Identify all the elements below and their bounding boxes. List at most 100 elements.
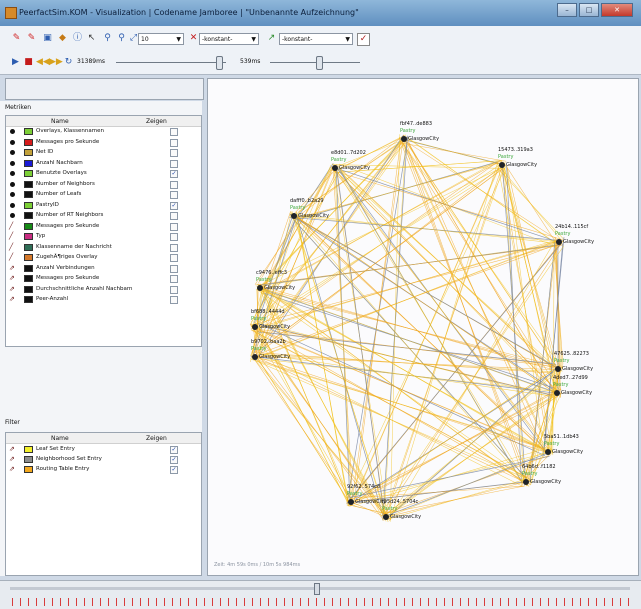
node-dot[interactable] — [291, 213, 297, 219]
color-swatch[interactable] — [24, 286, 33, 293]
play-icon[interactable]: ▶ — [10, 57, 21, 68]
metric-row[interactable]: ╱Typ — [6, 232, 201, 241]
show-checkbox[interactable]: ✓ — [170, 446, 178, 454]
color-swatch[interactable] — [24, 160, 33, 167]
show-checkbox[interactable]: ✓ — [170, 170, 178, 178]
color-swatch[interactable] — [24, 254, 33, 261]
color-swatch[interactable] — [24, 149, 33, 156]
metric-row[interactable]: ⇗Anzahl Verbindungen — [6, 264, 201, 273]
maximize-button[interactable]: □ — [579, 3, 599, 17]
metric-row[interactable]: ╱Messages pro Sekunde — [6, 222, 201, 231]
show-checkbox[interactable] — [170, 149, 178, 157]
position-slider-thumb[interactable] — [216, 56, 223, 70]
node-style-combo[interactable]: -konstant-▼ — [199, 33, 259, 45]
metric-row[interactable]: Net ID — [6, 148, 201, 157]
show-checkbox[interactable] — [170, 191, 178, 199]
loop-icon[interactable]: ↻ — [63, 57, 74, 68]
filter-row[interactable]: ⇗Neighborhood Set Entry✓ — [6, 455, 201, 464]
color-swatch[interactable] — [24, 265, 33, 272]
color-swatch[interactable] — [24, 456, 33, 463]
show-checkbox[interactable] — [170, 128, 178, 136]
node-dot[interactable] — [523, 479, 529, 485]
show-checkbox[interactable] — [170, 275, 178, 283]
timeline-thumb[interactable] — [314, 583, 320, 595]
speed-slider-thumb[interactable] — [316, 56, 323, 70]
metric-row[interactable]: Number of RT Neighbors — [6, 211, 201, 220]
show-checkbox[interactable] — [170, 286, 178, 294]
color-swatch[interactable] — [24, 223, 33, 230]
info-icon[interactable]: ⓘ — [72, 33, 83, 44]
color-swatch[interactable] — [24, 233, 33, 240]
show-checkbox[interactable] — [170, 223, 178, 231]
metric-row[interactable]: ⇗Durchschnittliche Anzahl Nachbarn — [6, 285, 201, 294]
filter-row[interactable]: ⇗Leaf Set Entry✓ — [6, 445, 201, 454]
show-checkbox[interactable] — [170, 296, 178, 304]
color-swatch[interactable] — [24, 170, 33, 177]
metric-row[interactable]: ⇗Peer-Anzahl — [6, 295, 201, 304]
minimize-button[interactable]: – — [557, 3, 577, 17]
color-swatch[interactable] — [24, 202, 33, 209]
metric-row[interactable]: PastryID✓ — [6, 201, 201, 210]
rewind-icon[interactable]: ◀◀ — [36, 57, 47, 68]
node-dot[interactable] — [401, 136, 407, 142]
node-dot[interactable] — [332, 165, 338, 171]
show-checkbox[interactable] — [170, 244, 178, 252]
node-dot[interactable] — [252, 354, 258, 360]
zoom-combo[interactable]: 10▼ — [138, 33, 184, 45]
show-checkbox[interactable] — [170, 233, 178, 241]
save-icon[interactable]: ▣ — [42, 33, 53, 44]
node-dot[interactable] — [556, 239, 562, 245]
show-checkbox[interactable] — [170, 265, 178, 273]
node-dot[interactable] — [348, 499, 354, 505]
show-checkbox[interactable] — [170, 160, 178, 168]
color-swatch[interactable] — [24, 139, 33, 146]
node-dot[interactable] — [554, 390, 560, 396]
node-dot[interactable] — [555, 366, 561, 372]
color-swatch[interactable] — [24, 275, 33, 282]
clear-x-icon[interactable]: ✕ — [188, 33, 199, 44]
metric-row[interactable]: ╱ZugehÃ¶riges Overlay — [6, 253, 201, 262]
color-swatch[interactable] — [24, 244, 33, 251]
show-checkbox[interactable] — [170, 139, 178, 147]
color-swatch[interactable] — [24, 466, 33, 473]
cursor-icon[interactable]: ↖ — [86, 33, 97, 44]
show-checkbox[interactable] — [170, 212, 178, 220]
node-dot[interactable] — [499, 162, 505, 168]
show-checkbox[interactable] — [170, 254, 178, 262]
color-swatch[interactable] — [24, 128, 33, 135]
color-swatch[interactable] — [24, 212, 33, 219]
node-dot[interactable] — [545, 449, 551, 455]
filter-row[interactable]: ⇗Routing Table Entry✓ — [6, 465, 201, 474]
timeline-track[interactable] — [10, 587, 630, 590]
close-button[interactable]: ✕ — [601, 3, 633, 17]
apply-icon[interactable]: ✓ — [357, 33, 370, 46]
metric-row[interactable]: ⇗Messages pro Sekunde — [6, 274, 201, 283]
node-dot[interactable] — [252, 324, 258, 330]
edit-icon[interactable]: ✎ — [26, 33, 37, 44]
metric-row[interactable]: Messages pro Sekunde — [6, 138, 201, 147]
show-checkbox[interactable]: ✓ — [170, 466, 178, 474]
color-swatch[interactable] — [24, 181, 33, 188]
color-swatch[interactable] — [24, 296, 33, 303]
node-dot[interactable] — [383, 514, 389, 520]
stop-icon[interactable]: ■ — [23, 57, 34, 68]
metric-row[interactable]: Benutzte Overlays✓ — [6, 169, 201, 178]
metric-row[interactable]: Anzahl Nachbarn — [6, 159, 201, 168]
color-swatch[interactable] — [24, 191, 33, 198]
color-swatch[interactable] — [24, 446, 33, 453]
node-dot[interactable] — [257, 285, 263, 291]
fast-forward-icon[interactable]: ▶▶ — [49, 57, 60, 68]
timeline[interactable] — [0, 580, 641, 609]
metric-row[interactable]: Number of Leafs — [6, 190, 201, 199]
position-slider-track[interactable] — [116, 62, 226, 63]
speed-slider-track[interactable] — [270, 62, 360, 63]
metric-row[interactable]: Number of Neighbors — [6, 180, 201, 189]
metric-row[interactable]: Overlays, Klassennamen — [6, 127, 201, 136]
zoom-in-icon[interactable]: ⚲ — [102, 33, 113, 44]
metric-row[interactable]: ╱Klassenname der Nachricht — [6, 243, 201, 252]
show-checkbox[interactable] — [170, 181, 178, 189]
edge-style-combo[interactable]: -konstant-▼ — [279, 33, 353, 45]
graph-canvas[interactable]: fbf47..de883PastryGlasgowCity15473..319a… — [207, 78, 639, 576]
record-icon[interactable]: ✎ — [11, 33, 22, 44]
show-checkbox[interactable]: ✓ — [170, 456, 178, 464]
